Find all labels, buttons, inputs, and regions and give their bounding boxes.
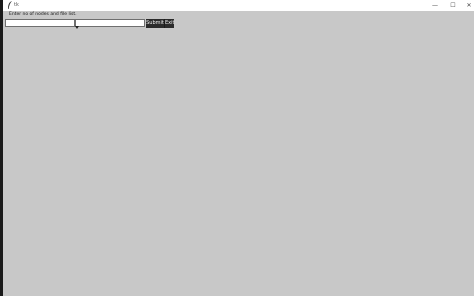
minimize-icon: —	[432, 2, 438, 9]
submit-button[interactable]: Submit	[146, 19, 164, 28]
minimize-button[interactable]: —	[428, 0, 442, 11]
nodes-input[interactable]	[5, 19, 75, 27]
app-window: tk — ☐ ✕ Enter no of nodes and file list…	[3, 0, 474, 296]
maximize-icon: ☐	[450, 2, 456, 9]
prompt-label: Enter no of nodes and file list.	[9, 12, 77, 17]
exit-button[interactable]: Exit	[164, 19, 174, 28]
file-list-input[interactable]	[75, 19, 145, 27]
close-icon: ✕	[466, 2, 472, 9]
maximize-button[interactable]: ☐	[446, 0, 460, 11]
title-bar[interactable]: tk — ☐ ✕	[3, 0, 474, 11]
close-button[interactable]: ✕	[462, 0, 474, 11]
window-title: tk	[14, 2, 19, 8]
cursor-icon	[75, 26, 79, 29]
feather-icon	[8, 1, 12, 9]
